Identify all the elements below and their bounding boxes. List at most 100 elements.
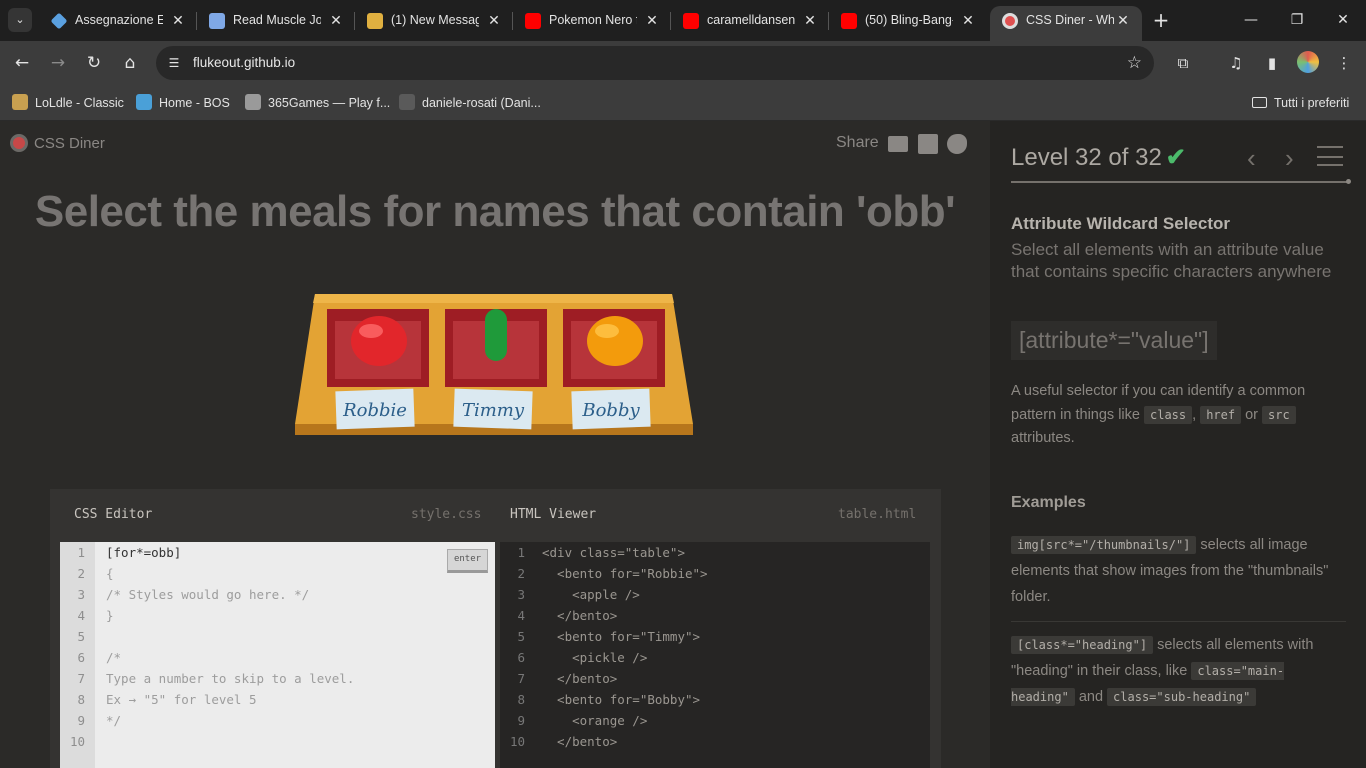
side-panel-icon[interactable]: ▮ (1261, 52, 1283, 74)
tab-title: (1) New Messag (391, 13, 479, 27)
code-line: </bento> (542, 608, 618, 623)
tab-0[interactable]: Assegnazione Es ✕ (39, 0, 197, 41)
bento-timmy[interactable]: Timmy (445, 309, 547, 430)
line-number: 3 (517, 587, 525, 602)
youtube-icon (683, 13, 699, 29)
share-label: Share (836, 134, 879, 151)
profile-avatar[interactable] (1297, 51, 1319, 73)
dining-table: Robbie Timmy Bobby (295, 294, 693, 435)
bookmark-item[interactable]: daniele-rosati (Dani... (399, 93, 541, 113)
code-line: <div class="table"> (542, 545, 685, 560)
extensions-icon[interactable]: ⧉ (1172, 52, 1194, 74)
minimize-button[interactable]: — (1238, 8, 1264, 32)
css-editor-title: CSS Editor (74, 507, 153, 522)
url-text[interactable]: flukeout.github.io (193, 55, 295, 70)
bookmark-item[interactable]: 365Games — Play f... (245, 93, 390, 113)
example-2-text: and (1074, 689, 1108, 705)
food-highlight (359, 324, 383, 338)
name-tag-label: Bobby (581, 400, 640, 421)
line-number: 6 (77, 650, 85, 665)
level-menu-icon[interactable] (1317, 146, 1343, 166)
email-icon[interactable] (888, 136, 908, 152)
tab-close-icon[interactable]: ✕ (1114, 11, 1132, 29)
forward-button[interactable]: → (46, 51, 70, 75)
line-number: 4 (517, 608, 525, 623)
hint-code-src: src (1262, 405, 1296, 424)
youtube-icon (841, 13, 857, 29)
address-bar[interactable]: ☰ flukeout.github.io ☆ (156, 46, 1154, 80)
line-number: 3 (77, 587, 85, 602)
browser-toolbar: ← → ↻ ⌂ ☰ flukeout.github.io ☆ ⧉ ♫ ▮ ⋮ (0, 41, 1366, 85)
bookmark-favicon-icon (136, 94, 152, 110)
selector-syntax: [attribute*="value"] (1011, 321, 1217, 360)
tab-search-button[interactable]: ⌄ (8, 8, 32, 32)
hint-separator: , (1192, 406, 1201, 423)
line-number: 1 (77, 545, 85, 560)
level-instruction: Select the meals for names that contain … (34, 187, 956, 236)
bookmark-item[interactable]: LoLdle - Classic (12, 93, 124, 113)
line-number: 7 (77, 671, 85, 686)
logo[interactable]: CSS Diner (10, 134, 105, 152)
site-info-icon[interactable]: ☰ (166, 55, 182, 71)
reload-button[interactable]: ↻ (82, 51, 106, 75)
close-window-button[interactable]: ✕ (1330, 8, 1356, 32)
back-button[interactable]: ← (10, 51, 34, 75)
diamond-icon (50, 12, 68, 30)
hint-separator: or (1241, 406, 1263, 423)
home-button[interactable]: ⌂ (118, 51, 142, 75)
level-indicator[interactable]: Level 32 of 32 ✔ (1011, 143, 1186, 172)
tab-5[interactable]: (50) Bling-Bang- ✕ (829, 0, 987, 41)
line-number: 8 (517, 692, 525, 707)
bookmark-star-icon[interactable]: ☆ (1127, 53, 1142, 73)
tab-close-icon[interactable]: ✕ (801, 11, 819, 29)
tab-close-icon[interactable]: ✕ (485, 11, 503, 29)
html-viewer-title: HTML Viewer (510, 507, 597, 522)
line-number: 6 (517, 650, 525, 665)
facebook-icon[interactable] (918, 134, 938, 154)
css-line-numbers: 1 2 3 4 5 6 7 8 9 10 (60, 542, 95, 768)
example-divider (1011, 621, 1346, 622)
tab-strip: ⌄ Assegnazione Es ✕ Read Muscle Jos ✕ (1) Ne… (0, 0, 1366, 41)
tab-title: caramelldansen (707, 13, 795, 27)
tab-title: Assegnazione Es (75, 13, 163, 27)
tab-2[interactable]: (1) New Messag ✕ (355, 0, 513, 41)
tab-close-icon[interactable]: ✕ (169, 11, 187, 29)
tab-6[interactable]: CSS Diner - Whe ✕ (990, 6, 1142, 41)
logo-icon (10, 134, 28, 152)
menu-kebab-icon[interactable]: ⋮ (1333, 52, 1355, 74)
all-bookmarks-label: Tutti i preferiti (1274, 96, 1350, 110)
line-number: 2 (517, 566, 525, 581)
bento-bobby[interactable]: Bobby (563, 309, 665, 430)
bookmark-label: 365Games — Play f... (268, 96, 391, 110)
code-line: <bento for="Robbie"> (542, 566, 708, 581)
css-editor[interactable]: 1 2 3 4 5 6 7 8 9 10 [for*=obb] {/* Styles would g… (60, 542, 495, 768)
previous-level-button[interactable]: ‹ (1247, 143, 1256, 174)
example-1: img[src*="/thumbnails/"] selects all ima… (1011, 532, 1346, 610)
wave-icon (209, 13, 225, 29)
bookmark-item[interactable]: Home - BOS (136, 93, 230, 113)
name-tag-label: Robbie (342, 400, 407, 421)
selector-description: Select all elements with an attribute va… (1011, 240, 1332, 281)
code-line: [for*=obb] (106, 545, 182, 560)
line-number: 7 (517, 671, 525, 686)
css-code[interactable]: [for*=obb] {/* Styles would go here. */} /… (106, 542, 354, 752)
code-line: <bento for="Timmy"> (542, 629, 701, 644)
code-line: <bento for="Bobby"> (542, 692, 701, 707)
next-level-button[interactable]: › (1285, 143, 1294, 174)
line-number: 10 (69, 734, 85, 749)
tab-close-icon[interactable]: ✕ (959, 11, 977, 29)
tab-4[interactable]: caramelldansen ✕ (671, 0, 829, 41)
media-control-icon[interactable]: ♫ (1225, 52, 1247, 74)
new-tab-button[interactable]: + (1150, 9, 1172, 31)
tab-close-icon[interactable]: ✕ (327, 11, 345, 29)
restore-button[interactable]: ❐ (1284, 8, 1310, 32)
level-text: Level 32 of 32 (1011, 144, 1162, 171)
tab-3[interactable]: Pokemon Nero f ✕ (513, 0, 671, 41)
tab-close-icon[interactable]: ✕ (643, 11, 661, 29)
level-progress-bar (1011, 179, 1351, 184)
enter-button[interactable]: enter (447, 549, 488, 573)
bento-robbie[interactable]: Robbie (327, 309, 429, 430)
twitter-icon[interactable] (947, 134, 967, 154)
all-bookmarks-folder[interactable]: Tutti i preferiti (1252, 93, 1349, 113)
tab-1[interactable]: Read Muscle Jos ✕ (197, 0, 355, 41)
